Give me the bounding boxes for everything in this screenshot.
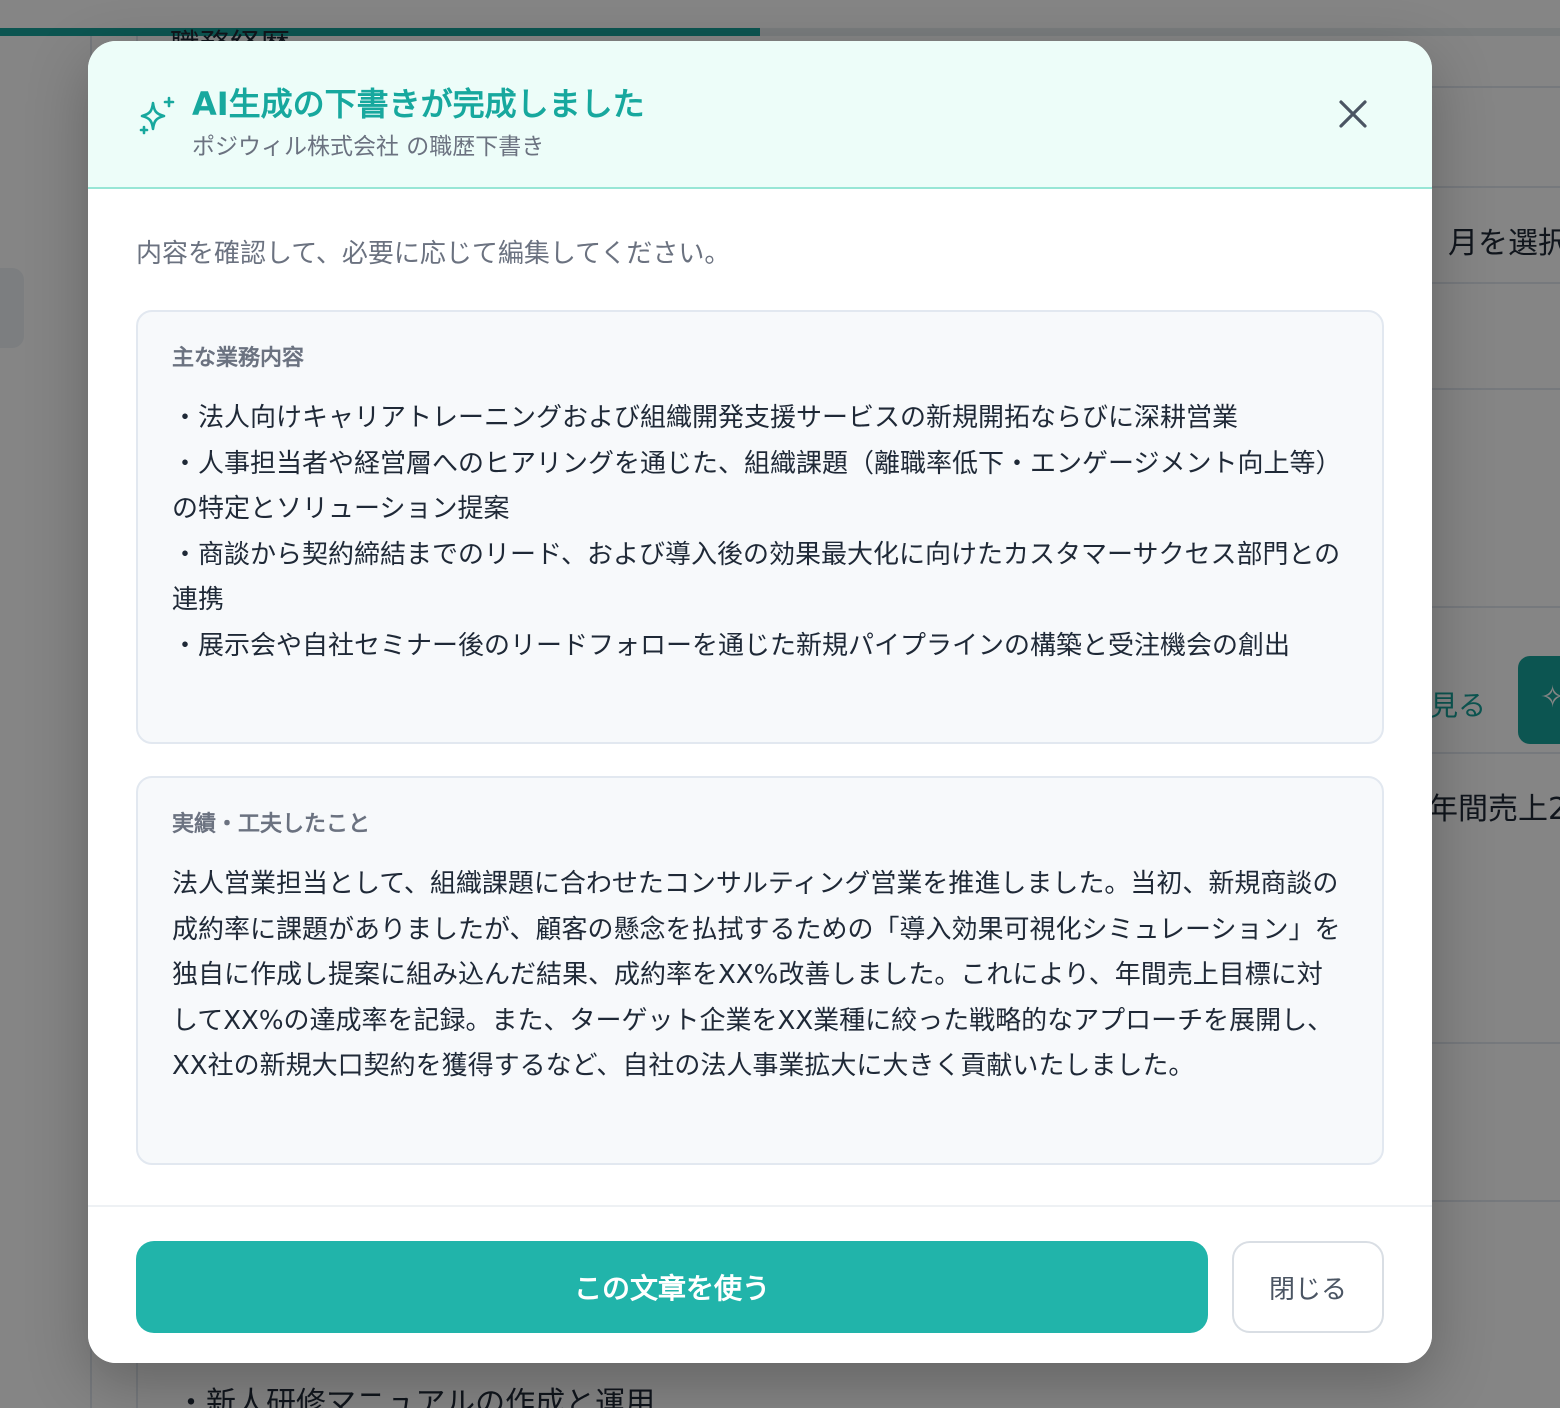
main-duties-label: 主な業務内容 [172,346,305,371]
duty-line: ・人事担当者や経営層へのヒアリングを通じた、組織課題（離職率低下・エンゲージメン… [172,448,1342,525]
main-duties-section[interactable]: 主な業務内容 ・法人向けキャリアトレーニングおよび組織開発支援サービスの新規開拓… [136,310,1384,744]
ai-draft-modal: AI生成の下書きが完成しました ポジウィル株式会社 の職歴下書き 内容を確認して… [88,41,1432,1363]
modal-footer: この文章を使う 閉じる [88,1205,1432,1363]
duty-line: ・展示会や自社セミナー後のリードフォローを通じた新規パイプラインの構築と受注機会… [172,630,1291,661]
instruction-text: 内容を確認して、必要に応じて編集してください。 [136,239,731,269]
achievements-label: 実績・工夫したこと [172,812,371,837]
achievements-section[interactable]: 実績・工夫したこと 法人営業担当として、組織課題に合わせたコンサルティング営業を… [136,776,1384,1165]
sparkle-icon [139,96,175,135]
close-icon [1339,100,1367,128]
modal-header: AI生成の下書きが完成しました ポジウィル株式会社 の職歴下書き [88,41,1432,189]
main-duties-text[interactable]: ・法人向けキャリアトレーニングおよび組織開発支援サービスの新規開拓ならびに深耕営… [172,396,1348,669]
close-button[interactable]: 閉じる [1232,1241,1384,1333]
duty-line: ・商談から契約締結までのリード、および導入後の効果最大化に向けたカスタマーサクセ… [172,539,1341,616]
use-text-button[interactable]: この文章を使う [136,1241,1208,1333]
close-icon-button[interactable] [1328,89,1378,139]
achievements-text[interactable]: 法人営業担当として、組織課題に合わせたコンサルティング営業を推進しました。当初、… [172,862,1348,1090]
modal-title: AI生成の下書きが完成しました [192,85,645,123]
duty-line: ・法人向けキャリアトレーニングおよび組織開発支援サービスの新規開拓ならびに深耕営… [172,403,1239,433]
modal-subtitle: ポジウィル株式会社 の職歴下書き [192,134,545,160]
